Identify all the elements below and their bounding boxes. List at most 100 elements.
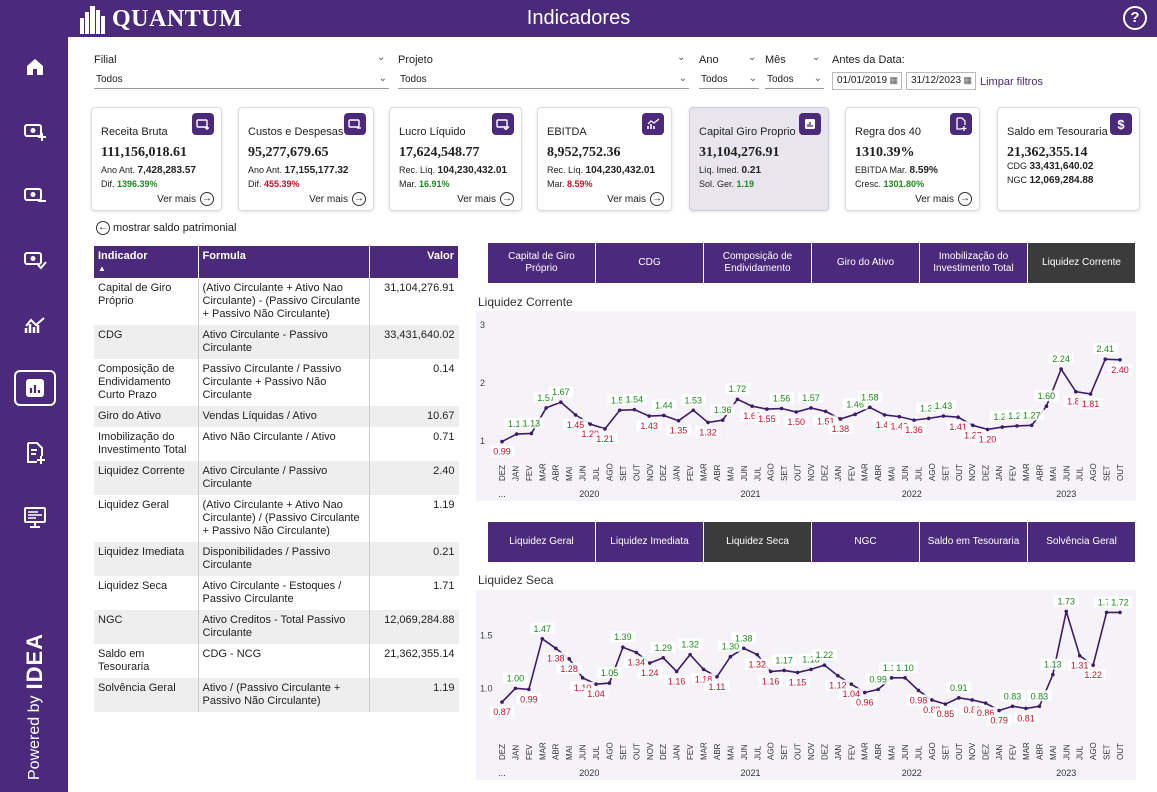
data-label: 1.58 xyxy=(861,392,879,402)
trend-chart-icon xyxy=(642,113,664,135)
see-more-button[interactable]: Ver mais → xyxy=(157,192,214,206)
tab-saldo-tesouraria[interactable]: Saldo em Tesouraria xyxy=(920,522,1028,562)
date-to-input[interactable]: 31/12/2023 ▦ xyxy=(906,72,976,90)
indicator-formula: Ativo Não Circulante / Ativo xyxy=(198,427,370,461)
table-row[interactable]: Liquidez Corrente Ativo Circulante / Pass… xyxy=(94,461,459,495)
data-label: 1.60 xyxy=(1038,391,1056,401)
data-point xyxy=(559,400,563,404)
data-point xyxy=(809,406,813,410)
data-point xyxy=(768,669,773,674)
x-tick-label: SET xyxy=(941,465,950,481)
tab-cdg[interactable]: CDG xyxy=(596,243,704,283)
tab-liquidez-seca[interactable]: Liquidez Seca xyxy=(704,522,812,562)
tab-liquidez-imediata[interactable]: Liquidez Imediata xyxy=(596,522,704,562)
table-row[interactable]: Saldo em Tesouraria CDG - NCG 21,362,355.1… xyxy=(94,644,459,678)
data-label: 1.21 xyxy=(596,434,614,444)
tab-ngc[interactable]: NGC xyxy=(812,522,920,562)
kpi-card-capital-giro-proprio[interactable]: Capital Giro Proprio 31,104,276.91 Líq. … xyxy=(689,107,829,211)
nav-ebitda[interactable] xyxy=(14,307,56,343)
data-label: 1.10 xyxy=(896,663,914,673)
filter-projeto-select[interactable]: Todos ⌄ xyxy=(398,71,689,89)
table-row[interactable]: Imobilização do Investimento Total Ativo … xyxy=(94,427,459,461)
nav-monitor[interactable] xyxy=(14,499,56,535)
y-tick-label: 3 xyxy=(480,320,485,330)
kpi-sub1-value: 0.21 xyxy=(741,165,762,176)
nav-revenue[interactable] xyxy=(14,113,56,149)
data-label: 1.47 xyxy=(534,624,552,634)
tab-liquidez-geral[interactable]: Liquidez Geral xyxy=(488,522,596,562)
see-more-button[interactable]: Ver mais → xyxy=(457,192,514,206)
table-row[interactable]: CDG Ativo Circulante - Passivo Circulante… xyxy=(94,325,459,359)
year-label: 2022 xyxy=(902,489,922,499)
tab-liquidez-corrente[interactable]: Liquidez Corrente xyxy=(1028,243,1136,283)
data-point xyxy=(1015,424,1019,428)
table-row[interactable]: NGC Ativo Creditos - Total Passivo Circul… xyxy=(94,610,459,644)
nav-indicators[interactable] xyxy=(14,370,56,406)
nav-report[interactable] xyxy=(14,435,56,471)
arrow-right-icon: → xyxy=(500,192,514,206)
data-point xyxy=(617,408,622,413)
data-point xyxy=(500,439,504,444)
data-point xyxy=(701,667,706,672)
data-label: 1.22 xyxy=(816,650,834,660)
x-tick-label: DEZ xyxy=(820,744,829,760)
table-row[interactable]: Liquidez Geral (Ativo Circulante + Ativo … xyxy=(94,495,459,542)
data-label: 1.43 xyxy=(935,401,953,411)
x-tick-label: SET xyxy=(941,744,950,760)
tab-composicao-endividamento[interactable]: Composição de Endividamento xyxy=(704,243,812,283)
x-tick-label: OUT xyxy=(632,743,641,760)
x-tick-label: NOV xyxy=(968,742,977,760)
filter-filial-select[interactable]: Todos ⌄ xyxy=(94,71,389,89)
year-label: 2020 xyxy=(579,489,599,499)
nav-costs[interactable] xyxy=(14,177,56,213)
tab-giro-do-ativo[interactable]: Giro do Ativo xyxy=(812,243,920,283)
data-point xyxy=(956,696,961,700)
nav-profit[interactable] xyxy=(14,241,56,277)
see-more-button[interactable]: Ver mais → xyxy=(607,192,664,206)
table-row[interactable]: Capital de Giro Próprio (Ativo Circulante… xyxy=(94,278,459,325)
column-header-formula[interactable]: Formula xyxy=(198,246,370,278)
x-tick-label: DEZ xyxy=(982,744,991,760)
date-from-input[interactable]: 01/01/2019 ▦ xyxy=(832,72,902,90)
data-point xyxy=(903,676,907,680)
see-more-button[interactable]: Ver mais → xyxy=(915,192,972,206)
x-tick-label: ABR xyxy=(1035,464,1044,481)
data-label: 0.79 xyxy=(990,716,1008,726)
sidebar: Powered by IDEA xyxy=(0,37,68,792)
data-point xyxy=(573,413,578,417)
table-row[interactable]: Liquidez Imediata Disponibilidades / Pass… xyxy=(94,542,459,576)
x-tick-label: NOV xyxy=(807,463,816,481)
data-point xyxy=(795,670,800,675)
filter-mes-select[interactable]: Todos ⌄ xyxy=(765,71,824,89)
filter-ano-select[interactable]: Todos ⌄ xyxy=(699,71,759,89)
kpi-card-saldo-tesouraria[interactable]: Saldo em Tesouraria $ 21,362,355.14 CDG … xyxy=(997,107,1140,211)
toggle-balance-sheet[interactable]: ← mostrar saldo patrimonial xyxy=(96,221,237,235)
nav-home[interactable] xyxy=(14,49,56,85)
indicator-buttons-bottom: Liquidez Geral Liquidez Imediata Liquide… xyxy=(488,522,1136,562)
column-header-valor[interactable]: Valor xyxy=(369,246,459,278)
kpi-sub2-label: Dif. xyxy=(101,179,115,189)
help-button[interactable]: ? xyxy=(1123,6,1147,30)
arrow-right-icon: → xyxy=(958,192,972,206)
kpi-card-custos-despesas[interactable]: Custos e Despesas 95,277,679.65 Ano Ant.… xyxy=(238,107,374,211)
kpi-value: 111,156,018.61 xyxy=(101,145,187,160)
see-more-button[interactable]: Ver mais → xyxy=(309,192,366,206)
column-header-indicador[interactable]: Indicador ▲ xyxy=(94,246,199,278)
kpi-title: Saldo em Tesouraria xyxy=(1007,126,1108,138)
date-from-value: 01/01/2019 xyxy=(837,75,888,86)
tab-imobilizacao-investimento[interactable]: Imobilização do Investimento Total xyxy=(920,243,1028,283)
kpi-title: Capital Giro Proprio xyxy=(699,126,796,138)
kpi-card-lucro-liquido[interactable]: Lucro Líquido 17,624,548.77 Rec. Líq. 10… xyxy=(389,107,522,211)
x-tick-label: ABR xyxy=(874,464,883,481)
kpi-card-regra-dos-40[interactable]: Regra dos 40 1310.39% EBITDA Mar. 8.59% … xyxy=(845,107,980,211)
table-row[interactable]: Liquidez Seca Ativo Circulante - Estoques… xyxy=(94,576,459,610)
kpi-card-ebitda[interactable]: EBITDA 8,952,752.36 Rec. Líq. 104,230,43… xyxy=(537,107,672,211)
clear-filters-button[interactable]: Limpar filtros xyxy=(980,76,1043,88)
data-label: 0.96 xyxy=(856,698,874,708)
table-row[interactable]: Solvência Geral Ativo / (Passivo Circulan… xyxy=(94,678,459,712)
kpi-card-receita-bruta[interactable]: Receita Bruta 111,156,018.61 Ano Ant. 7,… xyxy=(91,107,222,211)
tab-capital-giro-proprio[interactable]: Capital de Giro Próprio xyxy=(488,243,596,283)
tab-solvencia-geral[interactable]: Solvência Geral xyxy=(1028,522,1136,562)
table-row[interactable]: Giro do Ativo Vendas Líquidas / Ativo 10.6… xyxy=(94,406,459,427)
table-row[interactable]: Composição de Endividamento Curto Prazo P… xyxy=(94,359,459,406)
